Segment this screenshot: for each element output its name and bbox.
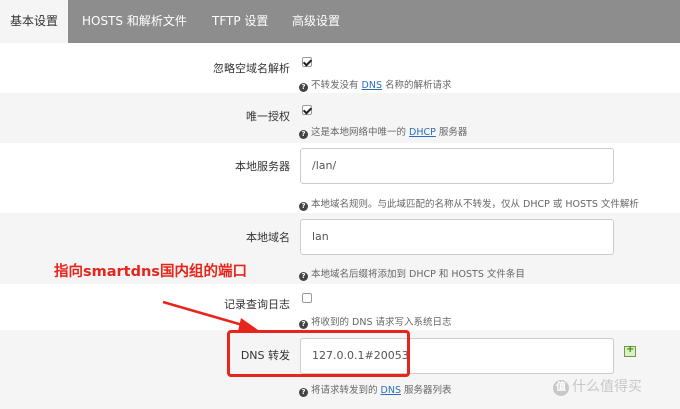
annotation-highlight-box: [227, 330, 410, 377]
watermark-logo-icon: 值: [553, 380, 569, 396]
watermark: 值什么值得买: [553, 376, 642, 396]
